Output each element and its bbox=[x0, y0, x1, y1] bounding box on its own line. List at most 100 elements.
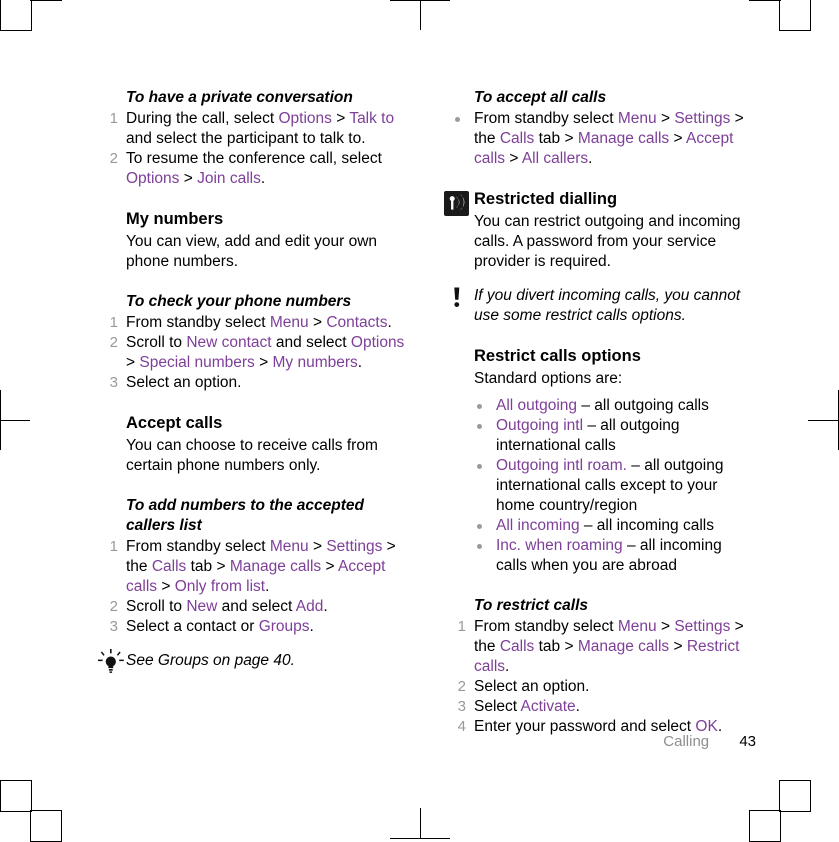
body-text-run: During the call, select bbox=[126, 110, 279, 127]
bullet-item: All outgoing – all outgoing calls bbox=[444, 396, 756, 416]
numbered-step: 1 From standby select Menu > Settings > t… bbox=[444, 617, 756, 677]
section-intro-restrict-calls-options: Standard options are: bbox=[474, 370, 623, 387]
ui-path-token: Join calls bbox=[197, 170, 261, 187]
body-text-run: To resume the conference call, select bbox=[126, 150, 382, 167]
numbered-step: 2 To resume the conference call, select O… bbox=[96, 149, 408, 189]
body-text-run: . bbox=[505, 658, 510, 675]
step-number: 2 bbox=[109, 150, 118, 167]
steps-accept-all-calls: From standby select Menu > Settings > th… bbox=[444, 109, 756, 169]
body-text-run: From standby select bbox=[474, 618, 618, 635]
numbered-step: 3 Select Activate. bbox=[444, 697, 756, 717]
note-block: If you divert incoming calls, you cannot… bbox=[444, 286, 756, 326]
procedure-heading-check-phone-numbers: To check your phone numbers bbox=[126, 293, 352, 310]
ui-path-token: Outgoing intl roam. bbox=[496, 457, 627, 474]
procedure-heading-accept-all-calls: To accept all calls bbox=[474, 89, 607, 106]
body-text-run: From standby select bbox=[126, 538, 270, 555]
section-body-my-numbers: You can view, add and edit your own phon… bbox=[126, 233, 378, 270]
ui-path-token: Settings bbox=[674, 618, 731, 635]
step-number: 1 bbox=[109, 110, 118, 127]
step-number: 1 bbox=[109, 538, 118, 555]
body-text-run: > bbox=[321, 558, 338, 575]
ui-path-token: Groups bbox=[258, 618, 310, 635]
body-text-run: . bbox=[309, 618, 314, 635]
bullet-item: From standby select Menu > Settings > th… bbox=[444, 109, 756, 169]
body-text-run: and select the participant to talk to. bbox=[126, 130, 366, 147]
footer-chapter-name: Calling bbox=[663, 733, 710, 750]
exclamation-note-icon bbox=[450, 287, 464, 309]
body-text-run: . bbox=[588, 150, 593, 167]
body-text-run: > bbox=[669, 130, 686, 147]
numbered-step: 2 Scroll to New and select Add. bbox=[96, 597, 408, 617]
ui-path-token: New bbox=[186, 598, 218, 615]
body-text-run: > bbox=[308, 538, 327, 555]
ui-path-token: Add bbox=[295, 598, 324, 615]
ui-path-token: Contacts bbox=[326, 314, 388, 331]
two-column-layout: To have a private conversation 1 During t… bbox=[96, 88, 756, 737]
body-text-run: and select bbox=[217, 598, 296, 615]
ui-path-token: Outgoing intl bbox=[496, 417, 584, 434]
body-text-run: . bbox=[323, 598, 328, 615]
bullet-dot-icon bbox=[477, 404, 482, 409]
numbered-step: 1 During the call, select Options > Talk … bbox=[96, 109, 408, 149]
ui-path-token: Menu bbox=[617, 618, 657, 635]
numbered-step: 2 Scroll to New contact and select Option… bbox=[96, 333, 408, 373]
step-number: 2 bbox=[457, 678, 466, 695]
ui-path-token: Menu bbox=[269, 538, 309, 555]
bullet-dot-icon bbox=[455, 117, 460, 122]
procedure-heading-add-numbers: To add numbers to the accepted callers l… bbox=[126, 497, 364, 534]
body-text-run: – all outgoing calls bbox=[577, 397, 709, 414]
ui-path-token: All outgoing bbox=[496, 397, 578, 414]
ui-path-token: Activate bbox=[520, 698, 576, 715]
bullet-dot-icon bbox=[477, 544, 482, 549]
section-restricted-dialling: Restricted dialling You can restrict out… bbox=[444, 189, 756, 272]
ui-path-token: Settings bbox=[326, 538, 383, 555]
body-text-run: – all incoming calls bbox=[579, 517, 714, 534]
page-footer: Calling 43 bbox=[0, 733, 756, 750]
bullet-item: All incoming – all incoming calls bbox=[444, 516, 756, 536]
body-text-run: > bbox=[669, 638, 687, 655]
ui-path-token: Only from list bbox=[174, 578, 266, 595]
ui-path-token: Manage calls bbox=[229, 558, 322, 575]
list-restrict-calls-options: All outgoing – all outgoing calls Outgoin… bbox=[444, 396, 756, 576]
bullet-dot-icon bbox=[477, 524, 482, 529]
ui-path-token: Inc. when roaming bbox=[496, 537, 623, 554]
body-text-run: From standby select bbox=[474, 110, 618, 127]
ui-path-token: Menu bbox=[269, 314, 309, 331]
note-text: If you divert incoming calls, you cannot… bbox=[474, 287, 741, 324]
bullet-dot-icon bbox=[477, 424, 482, 429]
steps-restrict-calls: 1 From standby select Menu > Settings > t… bbox=[444, 617, 756, 737]
footer-page-number: 43 bbox=[739, 733, 756, 750]
bullet-item: Inc. when roaming – all incoming calls w… bbox=[444, 536, 756, 576]
bullet-item: Outgoing intl roam. – all outgoing inter… bbox=[444, 456, 756, 516]
step-number: 3 bbox=[457, 698, 466, 715]
section-heading-accept-calls: Accept calls bbox=[126, 414, 223, 432]
steps-private-conversation: 1 During the call, select Options > Talk … bbox=[96, 109, 408, 189]
step-number: 2 bbox=[109, 598, 118, 615]
body-text-run: tab > bbox=[186, 558, 230, 575]
body-text-run: and select bbox=[271, 334, 351, 351]
body-text-run: tab > bbox=[534, 130, 578, 147]
body-text-run: tab > bbox=[534, 638, 578, 655]
left-column: To have a private conversation 1 During t… bbox=[96, 88, 408, 737]
ui-path-token: Calls bbox=[499, 638, 535, 655]
step-number: 3 bbox=[109, 374, 118, 391]
body-text-run: > bbox=[179, 170, 198, 187]
ui-path-token: Talk to bbox=[349, 110, 395, 127]
bullet-item: Outgoing intl – all outgoing internation… bbox=[444, 416, 756, 456]
body-text-run: . bbox=[265, 578, 270, 595]
body-text-run: Select a contact or bbox=[126, 618, 259, 635]
step-number: 1 bbox=[457, 618, 466, 635]
manual-page: To have a private conversation 1 During t… bbox=[0, 0, 839, 839]
lightbulb-tip-icon bbox=[98, 649, 124, 673]
tip-block: See Groups on page 40. bbox=[96, 649, 408, 673]
numbered-step: 1 From standby select Menu > Settings > t… bbox=[96, 537, 408, 597]
body-text-run: > bbox=[656, 110, 675, 127]
tip-text: See Groups on page 40. bbox=[126, 652, 295, 669]
